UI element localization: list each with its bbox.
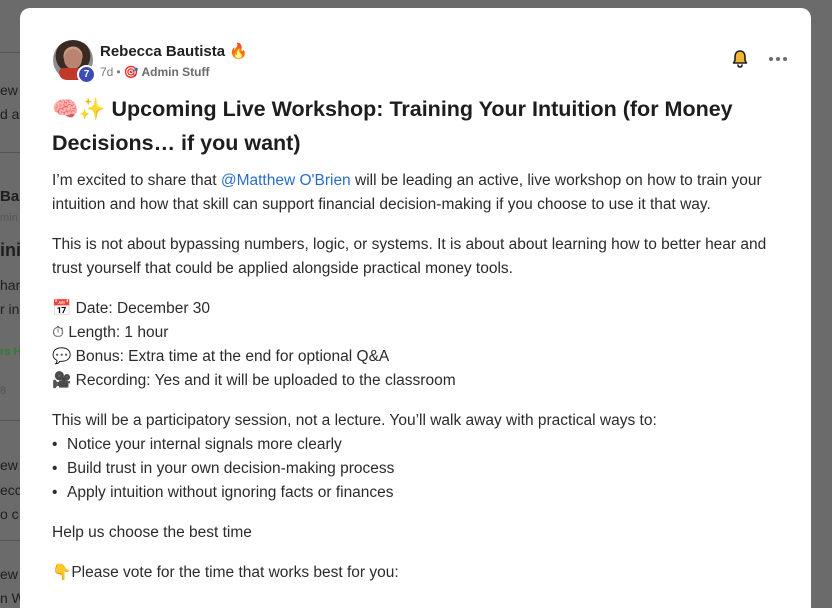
paragraph-5-text: Please vote for the time that works best… (71, 564, 399, 581)
intro-paragraph: I’m excited to share that @Matthew O'Bri… (52, 169, 792, 217)
feed-fragment: min (0, 212, 18, 224)
calendar-icon: 📅 (52, 300, 72, 317)
feed-fragment: r in (0, 301, 20, 317)
feed-fragment: o c (0, 506, 19, 522)
detail-length: ⏱ Length: 1 hour (52, 321, 792, 345)
detail-text: Recording: Yes and it will be uploaded t… (75, 372, 456, 389)
fire-icon: 🔥 (229, 43, 248, 60)
author-name[interactable]: Rebecca Bautista 🔥 (100, 42, 248, 60)
bullet-marker: • (52, 484, 58, 501)
feed-fragment: d at (0, 106, 20, 122)
list-item: • Apply intuition without ignoring facts … (52, 481, 792, 505)
stopwatch-icon: ⏱ (52, 324, 65, 341)
meta-separator: • (116, 65, 121, 79)
feed-fragment: ew (0, 457, 18, 473)
target-icon: 🎯 (123, 65, 139, 79)
post-modal: 7 Rebecca Bautista 🔥 7d • 🎯 Admin Stuff … (20, 8, 811, 608)
detail-date: 📅 Date: December 30 (52, 297, 792, 321)
feed-divider (0, 540, 20, 541)
mention-link[interactable]: @Matthew O'Brien (221, 172, 351, 189)
feed-fragment: ew (0, 566, 18, 582)
detail-text: Date: December 30 (75, 300, 211, 317)
details-list: 📅 Date: December 30 ⏱ Length: 1 hour 💬 B… (52, 297, 792, 393)
bell-icon[interactable] (729, 48, 751, 70)
paragraph-5: 👇Please vote for the time that works bes… (52, 561, 792, 585)
pointing-down-icon: 👇 (52, 564, 72, 581)
feed-divider (0, 52, 20, 53)
intro-text-before: I’m excited to share that (52, 172, 221, 189)
list-item-text: Apply intuition without ignoring facts o… (67, 484, 394, 501)
author-name-text: Rebecca Bautista (100, 43, 226, 60)
level-badge: 7 (77, 65, 96, 84)
feed-divider (0, 420, 20, 421)
feed-fragment: har (0, 277, 20, 293)
feed-fragment: 8 (0, 385, 7, 397)
speech-bubble-icon: 💬 (52, 348, 72, 365)
list-item: • Build trust in your own decision-making… (52, 457, 792, 481)
avatar[interactable]: 7 (53, 40, 96, 84)
feed-fragment: ini (0, 240, 20, 260)
post-header: 7 Rebecca Bautista 🔥 7d • 🎯 Admin Stuff (53, 40, 773, 84)
bullet-marker: • (52, 436, 58, 453)
feed-fragment: rs H (0, 346, 20, 358)
post-title: 🧠✨ Upcoming Live Workshop: Training Your… (52, 97, 733, 155)
overlay-strip (810, 0, 832, 608)
category-link[interactable]: Admin Stuff (142, 65, 210, 79)
bullet-list: • Notice your internal signals more clear… (52, 433, 792, 505)
bullet-marker: • (52, 460, 58, 477)
list-item-text: Notice your internal signals more clearl… (67, 436, 342, 453)
post-meta: 7d • 🎯 Admin Stuff (100, 65, 210, 79)
feed-fragment: n W (0, 590, 20, 606)
detail-text: Length: 1 hour (68, 324, 169, 341)
feed-fragment: Ba (0, 188, 20, 205)
detail-recording: 🎥 Recording: Yes and it will be uploaded… (52, 369, 792, 393)
detail-bonus: 💬 Bonus: Extra time at the end for optio… (52, 345, 792, 369)
background-feed: ew d at Ba min ini har r in rs H 8 ew ec… (0, 0, 20, 608)
more-options-icon[interactable] (767, 50, 789, 68)
video-camera-icon: 🎥 (52, 372, 72, 389)
feed-fragment: ecc (0, 482, 20, 498)
detail-text: Bonus: Extra time at the end for optiona… (75, 348, 390, 365)
paragraph-4: Help us choose the best time (52, 524, 252, 541)
list-item-text: Build trust in your own decision-making … (67, 460, 395, 477)
paragraph-2: This is not about bypassing numbers, log… (52, 236, 767, 277)
feed-fragment: ew (0, 82, 18, 98)
feed-divider (0, 152, 20, 153)
paragraph-3: This will be a participatory session, no… (52, 412, 657, 429)
list-item: • Notice your internal signals more clear… (52, 433, 792, 457)
post-time: 7d (100, 65, 114, 79)
